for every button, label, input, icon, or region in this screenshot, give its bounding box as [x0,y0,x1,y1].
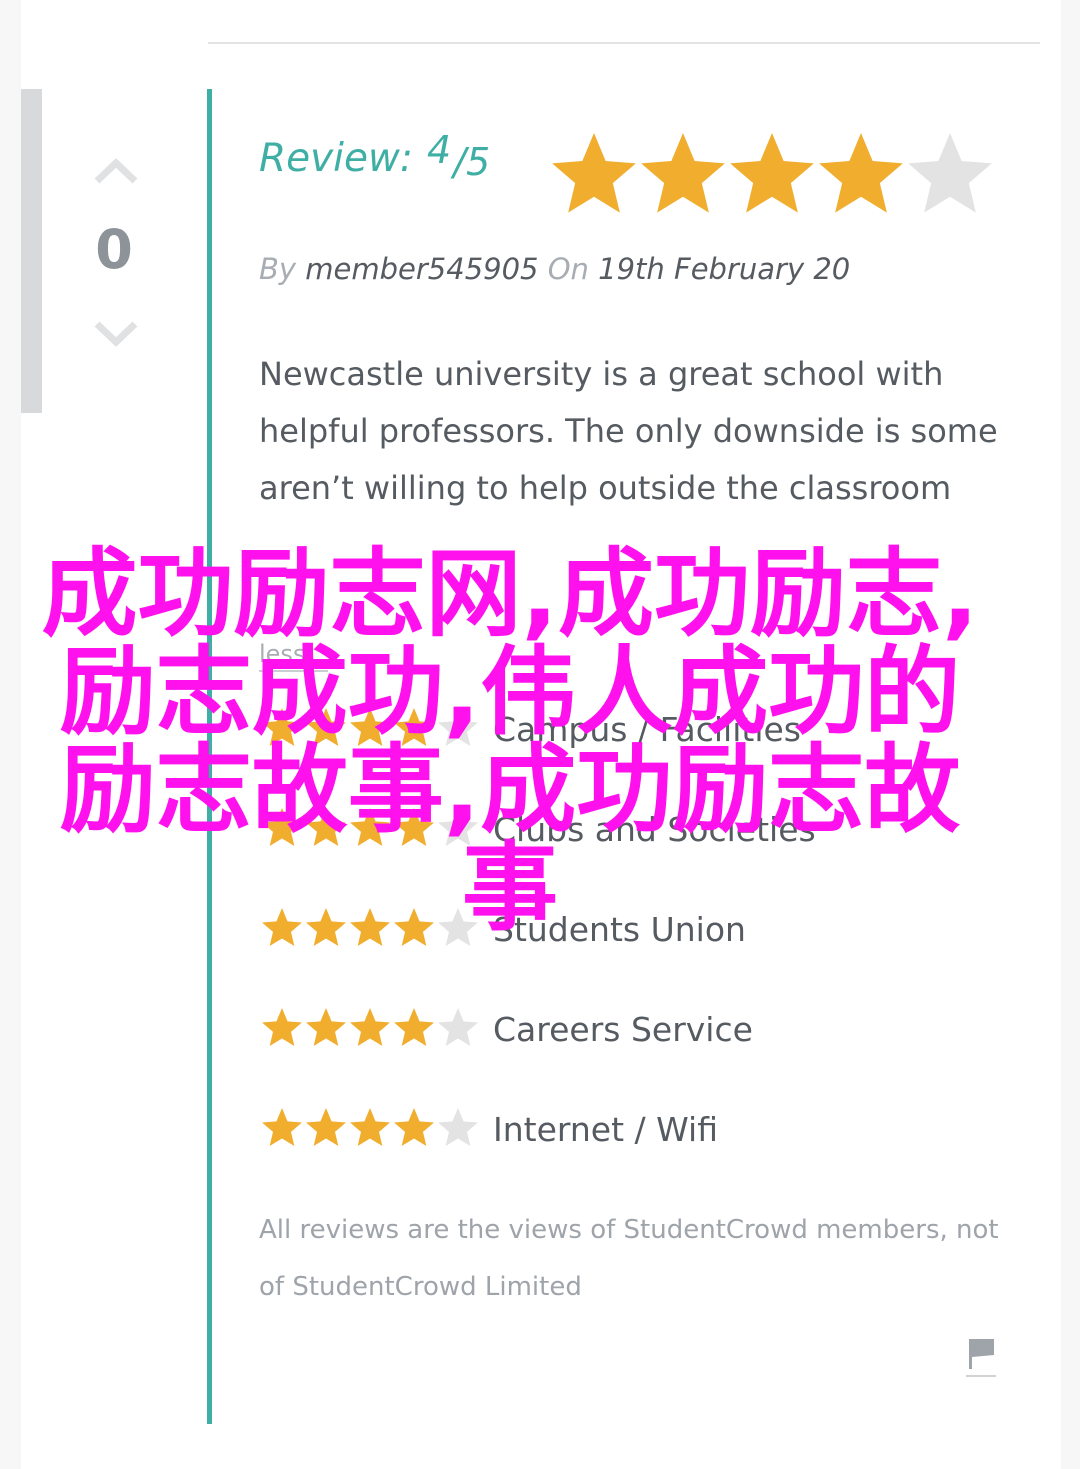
star-filled-icon [730,133,814,213]
less-link[interactable]: less... [259,640,329,672]
vote-count: 0 [95,218,133,281]
chevron-up-icon [94,158,138,184]
report-flag-button[interactable] [966,1335,996,1379]
byline-on: On [547,252,589,286]
category-rating-stars [262,708,478,746]
disclaimer: All reviews are the views of StudentCrow… [259,1215,999,1302]
byline-by: By [259,252,297,286]
category-label: Careers Service [493,1009,753,1049]
star-filled-icon [262,708,302,746]
overall-rating-stars [552,133,992,213]
category-rating-row: Internet / Wifi [259,1104,718,1154]
review-body: Newcastle university is a great school w… [259,355,998,507]
star-filled-icon [306,808,346,846]
star-filled-icon [350,1108,390,1146]
category-label: Internet / Wifi [493,1109,718,1149]
star-filled-icon [394,1008,434,1046]
star-filled-icon [306,1108,346,1146]
star-empty-icon [438,808,478,846]
star-filled-icon [641,133,725,213]
category-rating-stars [262,808,478,846]
upvote-button[interactable] [92,155,140,185]
category-rating-stars [262,1008,478,1046]
review-score-max: /5 [453,140,491,184]
byline: By member545905 On 19th February 20 [259,252,850,286]
category-label: Students Union [493,909,746,949]
review-score-value: 4 [427,128,452,172]
star-filled-icon [306,708,346,746]
flag-icon [966,1339,996,1377]
star-empty-icon [438,708,478,746]
category-rating-row: Careers Service [259,1004,753,1054]
star-empty-icon [908,133,992,213]
star-filled-icon [262,908,302,946]
review-date: 19th February 20 [598,252,851,286]
chevron-down-icon [94,321,138,347]
review-author[interactable]: member545905 [305,252,538,286]
star-empty-icon [438,1108,478,1146]
star-filled-icon [262,1108,302,1146]
star-filled-icon [306,908,346,946]
review-accent-line [207,89,212,1424]
star-empty-icon [438,1008,478,1046]
star-filled-icon [350,908,390,946]
vote-bar [21,89,42,413]
star-filled-icon [552,133,636,213]
category-label: Campus / Facilities [493,709,801,749]
star-filled-icon [394,708,434,746]
star-filled-icon [262,1008,302,1046]
review-label: Review: [259,136,414,181]
star-empty-icon [438,908,478,946]
category-rating-row: Campus / Facilities [259,704,801,754]
review-score: Review: 4/5 [259,128,491,206]
star-filled-icon [394,808,434,846]
star-filled-icon [350,1008,390,1046]
category-rating-row: Clubs and Societies [259,804,816,854]
star-filled-icon [819,133,903,213]
star-filled-icon [394,908,434,946]
star-filled-icon [262,808,302,846]
star-filled-icon [306,1008,346,1046]
star-filled-icon [350,708,390,746]
category-rating-stars [262,908,478,946]
category-rating-row: Students Union [259,904,746,954]
category-label: Clubs and Societies [493,809,816,849]
downvote-button[interactable] [92,318,140,348]
category-rating-stars [262,1108,478,1146]
star-filled-icon [350,808,390,846]
star-filled-icon [394,1108,434,1146]
divider [208,42,1040,44]
